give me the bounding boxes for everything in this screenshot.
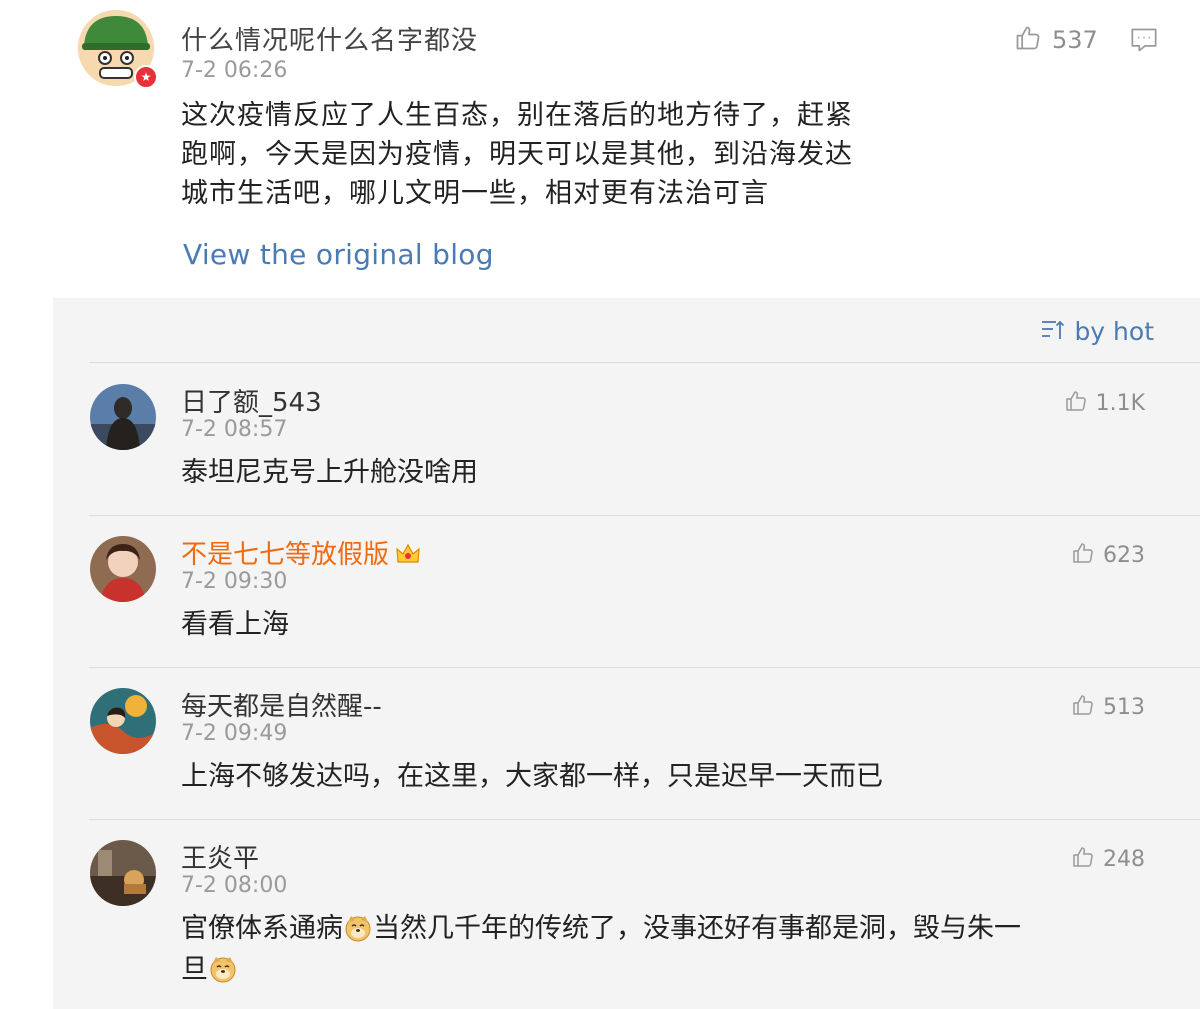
post-body-line: 这次疫情反应了人生百态，别在落后的地方待了，赶紧: [181, 100, 853, 131]
divider: [89, 362, 1200, 363]
comment-text: 泰坦尼克号上升舱没啥用: [181, 457, 478, 488]
comment-text: 官僚体系通病 当然几千年的传统了，没事还好有事都是洞，毁与朱一旦: [181, 908, 1131, 990]
comment-timestamp: 7-2 08:00: [181, 873, 288, 898]
comments-panel: by hot 日了额_543 7-2 08:57 泰坦尼克号上升舱没啥用 1.1…: [53, 298, 1200, 1009]
comment-timestamp: 7-2 09:30: [181, 569, 288, 594]
comment-item: 日了额_543 7-2 08:57 泰坦尼克号上升舱没啥用 1.1K: [53, 364, 1200, 515]
comment-item: 每天都是自然醒-- 7-2 09:49 上海不够发达吗，在这里，大家都一样，只是…: [53, 668, 1200, 819]
post-like-count: 537: [1052, 26, 1098, 54]
commenter-name[interactable]: 每天都是自然醒--: [181, 686, 382, 723]
sort-icon: [1040, 318, 1066, 346]
comment-text-part: 旦: [181, 954, 208, 985]
view-original-blog-link[interactable]: View the original blog: [183, 238, 494, 271]
commenter-avatar[interactable]: [90, 688, 156, 754]
commenter-avatar[interactable]: [90, 840, 156, 906]
crown-icon: [395, 542, 421, 566]
comment-like-count: 1.1K: [1095, 390, 1145, 416]
comment-text-part: 官僚体系通病: [181, 913, 343, 944]
sort-label: by hot: [1074, 317, 1154, 346]
verified-badge-icon: ★: [134, 65, 158, 89]
comment-text-part: 当然几千年的传统了，没事还好有事都是洞，毁与朱一: [373, 913, 1021, 944]
doge-emoji-icon: [344, 913, 372, 942]
doge-emoji-icon: [209, 954, 237, 983]
thumbs-up-icon: [1071, 541, 1095, 569]
thumbs-up-icon: [1014, 24, 1042, 56]
comment-text: 看看上海: [181, 609, 289, 640]
post-body: 这次疫情反应了人生百态，别在落后的地方待了，赶紧 跑啊，今天是因为疫情，明天可以…: [181, 96, 881, 213]
commenter-avatar[interactable]: [90, 384, 156, 450]
thumbs-up-icon: [1064, 389, 1088, 417]
comment-like-button[interactable]: 513: [1071, 693, 1145, 721]
comment-icon[interactable]: [1130, 27, 1158, 57]
comment-like-count: 513: [1103, 694, 1145, 720]
post-author-name[interactable]: 什么情况呢什么名字都没: [181, 20, 478, 57]
comment-like-count: 248: [1103, 846, 1145, 872]
commenter-avatar[interactable]: [90, 536, 156, 602]
post-timestamp: 7-2 06:26: [181, 58, 288, 83]
post-body-line: 跑啊，今天是因为疫情，明天可以是其他，到沿海发达: [181, 139, 853, 170]
post-body-line: 城市生活吧，哪儿文明一些，相对更有法治可言: [181, 178, 769, 209]
comment-timestamp: 7-2 09:49: [181, 721, 288, 746]
commenter-name[interactable]: 王炎平: [181, 838, 259, 875]
comment-item: 王炎平 7-2 08:00 官僚体系通病 当然几千年的传统了，没事还好有事都是洞，…: [53, 820, 1200, 1009]
comment-like-button[interactable]: 248: [1071, 845, 1145, 873]
comment-like-button[interactable]: 1.1K: [1064, 389, 1145, 417]
thumbs-up-icon: [1071, 845, 1095, 873]
original-post: ★ 什么情况呢什么名字都没 7-2 06:26 这次疫情反应了人生百态，别在落后…: [0, 0, 1200, 298]
comment-item: 不是七七等放假版 7-2 09:30 看看上海 623: [53, 516, 1200, 667]
comment-timestamp: 7-2 08:57: [181, 417, 288, 442]
commenter-name[interactable]: 日了额_543: [181, 382, 322, 419]
comment-text: 上海不够发达吗，在这里，大家都一样，只是迟早一天而已: [181, 761, 883, 792]
commenter-name-text: 不是七七等放假版: [181, 540, 390, 570]
comment-like-button[interactable]: 623: [1071, 541, 1145, 569]
thumbs-up-icon: [1071, 693, 1095, 721]
comment-like-count: 623: [1103, 542, 1145, 568]
sort-by-hot-button[interactable]: by hot: [1040, 317, 1154, 346]
post-like-button[interactable]: 537: [1014, 24, 1098, 56]
commenter-name[interactable]: 不是七七等放假版: [181, 534, 421, 571]
